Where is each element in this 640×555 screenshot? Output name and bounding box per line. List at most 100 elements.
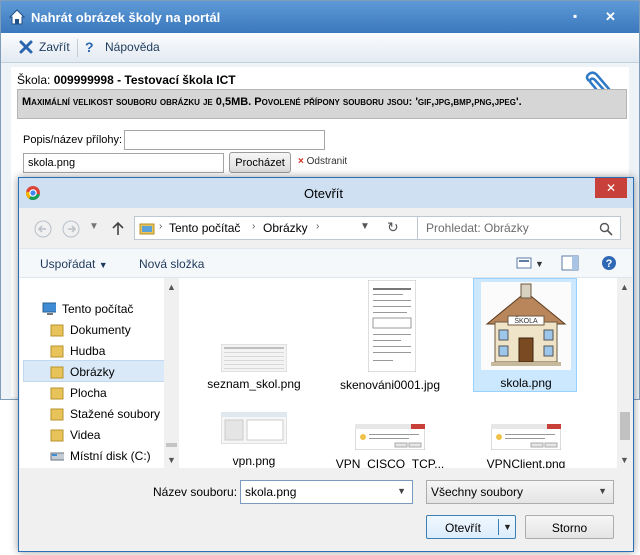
scanned-document-thumbnail-icon [368, 280, 416, 372]
breadcrumb-pictures[interactable]: Obrázky [263, 221, 308, 235]
dialog-thumbnail-icon [355, 424, 425, 450]
organize-button[interactable]: Uspořádat ▼ [40, 257, 108, 271]
maximize-button[interactable]: ▪ [573, 9, 577, 23]
file-item-selected[interactable]: ŠKOLA skola.png [471, 280, 581, 390]
search-input[interactable]: Prohledat: Obrázky [417, 216, 621, 240]
address-bar[interactable]: › Tento počítač › Obrázky › ▼ ↻ [134, 216, 427, 240]
scroll-up-icon[interactable]: ▲ [620, 282, 629, 292]
folder-icon [50, 429, 64, 442]
scroll-thumb[interactable] [166, 443, 177, 447]
folder-icon [50, 345, 64, 358]
filename-dropdown-icon[interactable]: ▼ [397, 486, 406, 496]
file-name: skenováni0001.jpg [339, 378, 441, 392]
remove-link[interactable]: × Odstranit [298, 156, 347, 167]
school-building-thumbnail-icon: ŠKOLA [481, 282, 571, 370]
file-item[interactable]: VPN_CISCO_TCP... [335, 412, 445, 468]
folder-icon [50, 366, 64, 379]
nav-scrollbar[interactable]: ▲ ▼ [164, 278, 179, 468]
school-row: Škola: 009999998 - Testovací škola ICT [17, 73, 236, 87]
new-folder-button[interactable]: Nová složka [139, 257, 204, 271]
scroll-down-icon[interactable]: ▼ [167, 455, 176, 465]
open-dropdown-icon[interactable]: ▼ [503, 522, 512, 532]
open-dialog: Otevřít ✕ ▼ › Tento počítač › Obrázky › … [18, 177, 634, 552]
refresh-icon[interactable]: ↻ [387, 219, 399, 236]
help-icon[interactable]: ? [601, 255, 617, 271]
school-sign-text: ŠKOLA [514, 316, 538, 325]
nav-label: Plocha [70, 386, 107, 400]
filter-select[interactable]: Všechny soubory ▼ [426, 480, 614, 504]
open-button[interactable]: Otevřít ▼ [426, 515, 516, 539]
file-name: VPNClient.png [486, 457, 566, 468]
toolbar-divider [77, 39, 78, 57]
chrome-icon [26, 186, 40, 200]
up-arrow-icon[interactable] [111, 220, 125, 236]
back-arrow-icon[interactable] [33, 219, 53, 239]
svg-text:?: ? [606, 258, 613, 270]
description-input[interactable] [124, 130, 325, 150]
breadcrumb-separator-icon: › [159, 221, 163, 232]
dialog-title-bar: Otevřít ✕ [19, 178, 633, 208]
breadcrumb-this-pc[interactable]: Tento počítač [169, 221, 240, 235]
screenshot-thumbnail-icon [221, 344, 287, 372]
close-window-button[interactable]: ✕ [605, 9, 616, 25]
file-scrollbar[interactable]: ▲ ▼ [617, 278, 633, 468]
screenshot-thumbnail-icon [221, 412, 287, 444]
forward-arrow-icon[interactable] [61, 219, 81, 239]
school-value: 009999998 - Testovací škola ICT [53, 73, 236, 87]
preview-pane-icon[interactable] [561, 255, 579, 271]
file-name: skola.png [500, 376, 552, 390]
scroll-down-icon[interactable]: ▼ [620, 455, 629, 465]
filename-input[interactable]: skola.png ▼ [240, 480, 413, 504]
file-name: seznam_skol.png [207, 377, 301, 391]
nav-label: Dokumenty [70, 323, 131, 337]
view-options-icon[interactable] [516, 256, 532, 270]
nav-label: Místní disk (C:) [70, 449, 151, 463]
info-bar: Maximální velikost souboru obrázku je 0,… [17, 89, 627, 119]
organize-dropdown-icon: ▼ [98, 260, 108, 270]
nav-label: Videa [70, 428, 101, 442]
search-icon [599, 222, 613, 236]
filter-dropdown-icon[interactable]: ▼ [598, 486, 607, 496]
view-dropdown-icon[interactable]: ▼ [535, 259, 544, 269]
home-icon [9, 9, 25, 25]
dialog-thumbnail-icon [491, 424, 561, 450]
filter-value: Všechny soubory [431, 485, 524, 499]
description-label: Popis/název přílohy: [23, 134, 123, 146]
dialog-title: Otevřít [304, 186, 344, 201]
folder-icon [50, 408, 64, 421]
file-list: seznam_skol.png skenováni0001.jpg ŠKOLA … [179, 278, 633, 468]
computer-icon [42, 302, 56, 315]
split-divider [498, 519, 499, 535]
recent-dropdown-icon[interactable]: ▼ [89, 221, 99, 232]
filename-label: Název souboru: [153, 485, 238, 499]
nav-label: Tento počítač [62, 302, 134, 316]
breadcrumb-separator-icon: › [316, 221, 320, 232]
remove-icon: × [298, 156, 304, 167]
scroll-thumb[interactable] [620, 412, 630, 440]
school-label: Škola: [17, 73, 51, 87]
dialog-close-button[interactable]: ✕ [595, 178, 627, 198]
filename-value: skola.png [245, 485, 297, 499]
dialog-footer: Název souboru: skola.png ▼ Všechny soubo… [20, 470, 632, 550]
cancel-button[interactable]: Storno [525, 515, 614, 539]
file-path-input[interactable]: skola.png [23, 153, 224, 173]
navigation-pane: Tento počítač Dokumenty Hudba Obrázky Pl… [20, 278, 178, 468]
file-item[interactable]: VPNClient.png [471, 412, 581, 468]
portal-title: Nahrát obrázek školy na portál [31, 10, 221, 25]
browse-button[interactable]: Procházet [229, 152, 291, 173]
nav-label: Stažené soubory [70, 407, 161, 421]
folder-pictures-icon [139, 223, 155, 235]
portal-title-bar: Nahrát obrázek školy na portál ▪ ✕ [1, 1, 639, 33]
command-bar: Uspořádat ▼ Nová složka ▼ ? [20, 248, 632, 278]
close-label: Zavřít [39, 40, 70, 54]
remove-label: Odstranit [306, 156, 348, 167]
scroll-up-icon[interactable]: ▲ [167, 282, 176, 292]
file-item[interactable]: skenováni0001.jpg [335, 280, 445, 410]
portal-toolbar: Zavřít ? Nápověda [1, 33, 639, 63]
file-item[interactable]: seznam_skol.png [199, 342, 309, 391]
file-item[interactable]: vpn.png [199, 412, 309, 468]
question-icon: ? [85, 39, 94, 55]
address-dropdown-icon[interactable]: ▼ [360, 221, 370, 232]
drive-icon [50, 452, 64, 461]
file-name: vpn.png [232, 454, 276, 468]
